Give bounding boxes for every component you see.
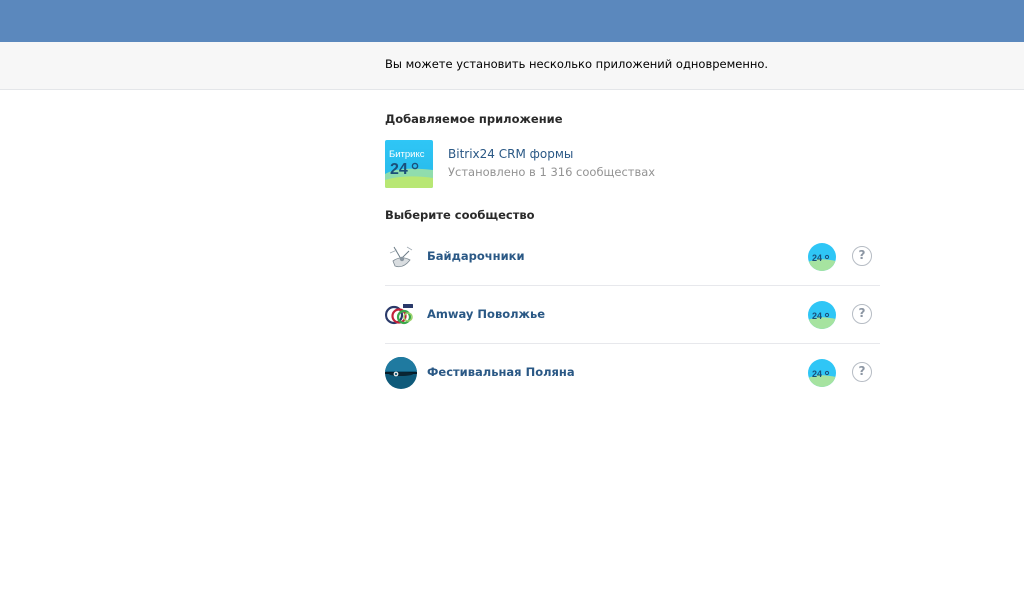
community-section-title: Выберите сообщество [385, 208, 535, 222]
bitrix-icon-number: 24 [390, 161, 408, 178]
app-name-link[interactable]: Bitrix24 CRM формы [448, 147, 573, 161]
notice-bar: Вы можете установить несколько приложени… [0, 42, 1024, 90]
app-info: Битрикс 24 Bitrix24 CRM формы Установлен… [385, 140, 785, 188]
app-section-title: Добавляемое приложение [385, 112, 563, 126]
help-button[interactable]: ? [852, 246, 872, 266]
community-name[interactable]: Байдарочники [427, 249, 525, 263]
help-button[interactable]: ? [852, 304, 872, 324]
bitrix24-small-icon: 24 [808, 301, 836, 329]
bitrix24-small-icon: 24 [808, 359, 836, 387]
bitrix24-app-icon: Битрикс 24 [385, 140, 433, 188]
kayak-avatar-icon [385, 241, 417, 273]
community-row[interactable]: Amway Поволжье 24 ? [385, 286, 880, 344]
bitrix24-small-icon: 24 [808, 243, 836, 271]
help-button[interactable]: ? [852, 362, 872, 382]
community-list: Байдарочники 24 ? Amway Поволжье 24 ? Фе… [385, 228, 880, 401]
svg-text:24: 24 [812, 311, 822, 321]
svg-text:24: 24 [812, 253, 822, 263]
bitrix-icon-label: Битрикс [389, 149, 425, 160]
community-row[interactable]: Фестивальная Поляна 24 ? [385, 344, 880, 401]
amway-avatar-icon [385, 299, 417, 331]
top-header-bar [0, 0, 1024, 42]
community-name[interactable]: Фестивальная Поляна [427, 365, 575, 379]
community-name[interactable]: Amway Поволжье [427, 307, 545, 321]
svg-text:24: 24 [812, 369, 822, 379]
app-install-count: Установлено в 1 316 сообществах [448, 165, 656, 179]
notice-text: Вы можете установить несколько приложени… [385, 57, 769, 71]
festival-avatar-icon [385, 357, 417, 389]
community-row[interactable]: Байдарочники 24 ? [385, 228, 880, 286]
